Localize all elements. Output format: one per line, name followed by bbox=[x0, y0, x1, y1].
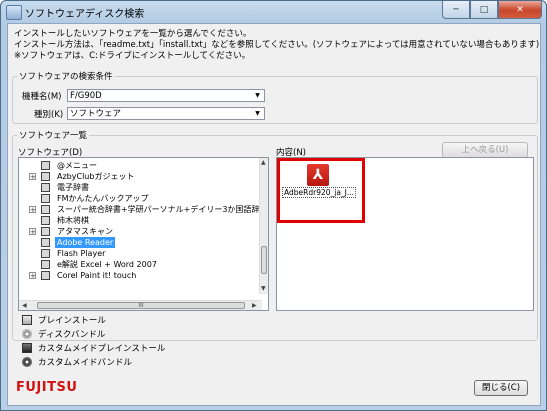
scroll-left-icon[interactable]: ◀ bbox=[22, 302, 27, 309]
client-area: インストールしたいソフトウェアを一覧から選んでください。 インストール方法は、「… bbox=[7, 23, 541, 406]
instruction-line-2: インストール方法は、「readme.txt」「install.txt」などを参照… bbox=[14, 40, 540, 50]
close-button[interactable]: 閉じる(C) bbox=[474, 380, 528, 396]
tree-item-label: スーパー統合辞書+学研パーソナル+デイリー3か国語辞 bbox=[57, 205, 260, 214]
model-label: 機種名(M) bbox=[22, 92, 62, 102]
minimize-button[interactable]: ─ bbox=[442, 1, 470, 19]
scroll-right-icon[interactable]: ▶ bbox=[252, 302, 257, 309]
tree-item-label: @メニュー bbox=[57, 161, 97, 170]
chevron-down-icon[interactable]: ▼ bbox=[252, 109, 263, 118]
software-icon bbox=[41, 260, 50, 269]
legend-item-label: ディスクバンドル bbox=[38, 330, 106, 340]
vertical-scrollbar[interactable]: ▲ ▼ bbox=[259, 158, 268, 294]
model-combobox[interactable]: F/G90D ▼ bbox=[67, 89, 265, 102]
scroll-down-icon[interactable]: ▼ bbox=[261, 285, 266, 292]
title-bar[interactable]: ソフトウェアディスク検索 ─ □ ✕ bbox=[1, 1, 546, 23]
tree-item-label: FMかんたんバックアップ bbox=[57, 194, 149, 203]
tree-item-label: AzbyClubガジェット bbox=[57, 172, 135, 181]
search-conditions-legend: ソフトウェアの検索条件 bbox=[19, 72, 113, 82]
tree-item-label: Adobe Reader bbox=[55, 237, 116, 248]
tree-item-label: 電子辞書 bbox=[57, 183, 89, 192]
software-icon bbox=[41, 216, 50, 225]
adobe-logo-icon: ⅄ bbox=[312, 167, 324, 183]
tree-item-label: e解説 Excel + Word 2007 bbox=[57, 260, 157, 269]
scroll-up-icon[interactable]: ▲ bbox=[261, 159, 266, 166]
app-window: ソフトウェアディスク検索 ─ □ ✕ インストールしたいソフトウェアを一覧から選… bbox=[0, 0, 547, 411]
software-icon bbox=[41, 205, 50, 214]
software-list-legend: ソフトウェア一覧 bbox=[19, 131, 88, 141]
instructions: インストールしたいソフトウェアを一覧から選んでください。 インストール方法は、「… bbox=[14, 29, 539, 62]
software-icon bbox=[41, 271, 50, 280]
window-title: ソフトウェアディスク検索 bbox=[25, 9, 145, 20]
tree-item-label: 柿木将棋 bbox=[57, 216, 89, 225]
software-icon bbox=[41, 194, 50, 203]
vertical-scroll-thumb[interactable] bbox=[261, 246, 267, 274]
expand-icon[interactable]: + bbox=[29, 228, 36, 236]
software-icon bbox=[41, 161, 50, 170]
maximize-button[interactable]: □ bbox=[470, 1, 498, 19]
type-combobox[interactable]: ソフトウェア ▼ bbox=[67, 107, 265, 120]
software-icon bbox=[41, 227, 50, 236]
preinstall-icon bbox=[22, 315, 32, 325]
brand-logo: FUJITSU bbox=[16, 380, 78, 395]
horizontal-scroll-thumb[interactable]: III bbox=[37, 302, 245, 309]
content-item-label[interactable]: AdbeRdr920_ja_J... bbox=[281, 187, 357, 198]
legend-item-label: プレインストール bbox=[38, 316, 106, 326]
expand-icon[interactable]: + bbox=[29, 206, 36, 214]
chevron-down-icon[interactable]: ▼ bbox=[252, 91, 263, 100]
custom-bundle-icon bbox=[22, 357, 32, 367]
software-tree[interactable]: @メニュー + AzbyClubガジェット 電子辞書 FMかんたんバックアップ + スーパー… bbox=[18, 157, 269, 311]
type-label: 種別(K) bbox=[34, 110, 64, 120]
tree-item-label: Flash Player bbox=[57, 249, 106, 258]
type-value: ソフトウェア bbox=[70, 109, 122, 119]
expand-icon[interactable]: + bbox=[29, 272, 36, 280]
disc-bundle-icon bbox=[22, 329, 32, 339]
tree-item-label: Corel Paint it! touch bbox=[57, 271, 137, 280]
instruction-line-3: ※ソフトウェアは、C:ドライブにインストールしてください。 bbox=[14, 51, 251, 61]
horizontal-scrollbar[interactable]: ◀ III ▶ bbox=[19, 300, 262, 310]
custom-preinstall-icon bbox=[22, 343, 32, 353]
close-window-button[interactable]: ✕ bbox=[498, 1, 542, 19]
pdf-icon[interactable]: ⅄ bbox=[307, 164, 329, 186]
software-icon bbox=[41, 249, 50, 258]
up-button[interactable]: 上へ戻る(U) bbox=[442, 142, 528, 158]
legend-item-label: カスタムメイドプレインストール bbox=[38, 344, 166, 354]
software-icon bbox=[41, 172, 50, 181]
legend-item-label: カスタムメイドバンドル bbox=[38, 358, 132, 368]
caption-buttons: ─ □ ✕ bbox=[442, 1, 542, 19]
instruction-line-1: インストールしたいソフトウェアを一覧から選んでください。 bbox=[14, 29, 252, 39]
model-value: F/G90D bbox=[70, 91, 102, 101]
expand-icon[interactable]: + bbox=[29, 173, 36, 181]
tree-item-label: アタマスキャン bbox=[57, 227, 113, 236]
software-icon bbox=[41, 238, 50, 247]
software-icon bbox=[41, 183, 50, 192]
app-icon bbox=[6, 5, 22, 20]
